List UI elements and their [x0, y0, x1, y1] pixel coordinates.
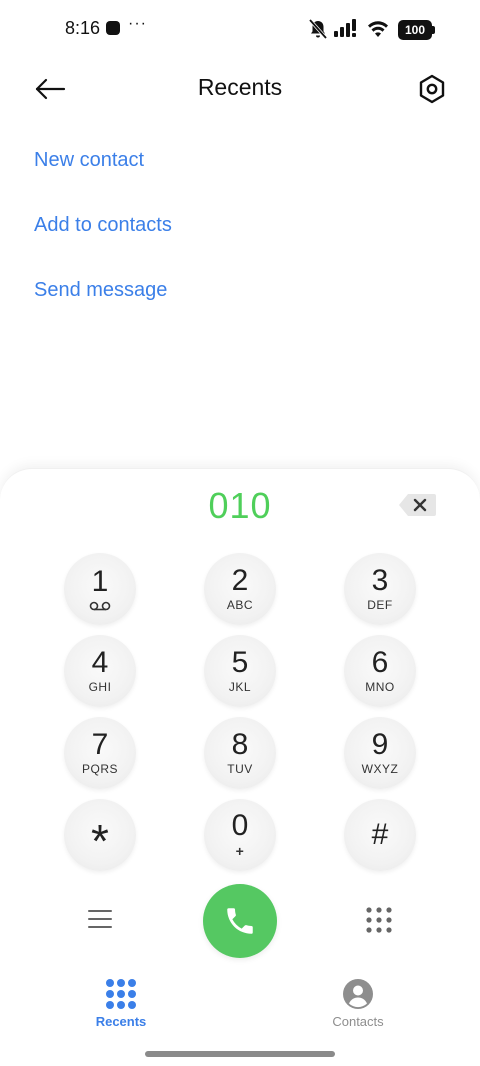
key-digit: # [371, 818, 389, 851]
key-digit: 1 [91, 565, 109, 598]
call-button[interactable] [203, 884, 277, 958]
battery-tip [432, 26, 435, 34]
nav-label: Recents [95, 1014, 147, 1029]
hamburger-menu-icon [88, 910, 112, 928]
battery-level: 100 [404, 23, 426, 37]
key-digit: 6 [371, 646, 389, 679]
key-digit: 0 [231, 809, 249, 842]
key-5[interactable]: 5 JKL [204, 635, 276, 707]
more-notifications-icon: ··· [128, 15, 147, 32]
key-digit: 2 [231, 564, 249, 597]
key-7[interactable]: 7 PQRS [64, 717, 136, 789]
key-digit: 9 [371, 728, 389, 761]
wifi-icon [368, 21, 388, 37]
recents-grid-icon [106, 979, 136, 1009]
key-digit: 3 [371, 564, 389, 597]
key-1[interactable]: 1 [64, 553, 136, 625]
status-time: 8:16 [65, 18, 101, 38]
nav-label: Contacts [332, 1014, 384, 1029]
muted-bell-icon [308, 18, 328, 40]
key-letters: ABC [226, 598, 254, 612]
add-to-contacts-link[interactable]: Add to contacts [34, 214, 172, 237]
phone-icon [227, 908, 253, 934]
status-bar: 8:16 ··· 100 [0, 0, 480, 58]
key-letters: PQRS [81, 762, 118, 776]
key-2[interactable]: 2 ABC [204, 553, 276, 625]
key-3[interactable]: 3 DEF [344, 553, 416, 625]
keypad-grid-icon [366, 907, 392, 933]
key-letters: DEF [367, 598, 393, 612]
battery-icon: 100 [398, 20, 432, 40]
backspace-button[interactable] [398, 491, 438, 519]
key-letters: + [235, 843, 245, 859]
nav-recents[interactable]: Recents [61, 978, 181, 1034]
key-0[interactable]: 0 + [204, 799, 276, 871]
home-indicator[interactable] [145, 1051, 335, 1057]
voicemail-icon [89, 601, 111, 611]
key-4[interactable]: 4 GHI [64, 635, 136, 707]
signal-icon [334, 19, 356, 37]
key-letters: GHI [88, 680, 112, 694]
key-digit: 5 [231, 646, 249, 679]
key-digit: 7 [91, 728, 109, 761]
key-digit: 8 [231, 728, 249, 761]
page-title: Recents [197, 74, 283, 100]
key-letters: TUV [227, 762, 253, 776]
gear-icon [419, 74, 445, 104]
key-digit: * [91, 815, 109, 867]
backspace-icon [399, 494, 436, 516]
key-letters: MNO [365, 680, 395, 694]
key-star[interactable]: * [64, 799, 136, 871]
send-message-link[interactable]: Send message [34, 279, 167, 302]
key-hash[interactable]: # [344, 799, 416, 871]
contact-person-icon [343, 979, 373, 1009]
key-letters: JKL [228, 680, 252, 694]
key-digit: 4 [91, 646, 109, 679]
key-8[interactable]: 8 TUV [204, 717, 276, 789]
keypad-toggle-button[interactable] [362, 903, 396, 937]
key-6[interactable]: 6 MNO [344, 635, 416, 707]
nav-contacts[interactable]: Contacts [298, 978, 418, 1034]
key-9[interactable]: 9 WXYZ [344, 717, 416, 789]
app-notification-icon [106, 21, 120, 35]
new-contact-link[interactable]: New contact [34, 149, 144, 172]
menu-button[interactable] [84, 903, 116, 935]
key-letters: WXYZ [361, 762, 399, 776]
settings-button[interactable] [410, 70, 454, 108]
